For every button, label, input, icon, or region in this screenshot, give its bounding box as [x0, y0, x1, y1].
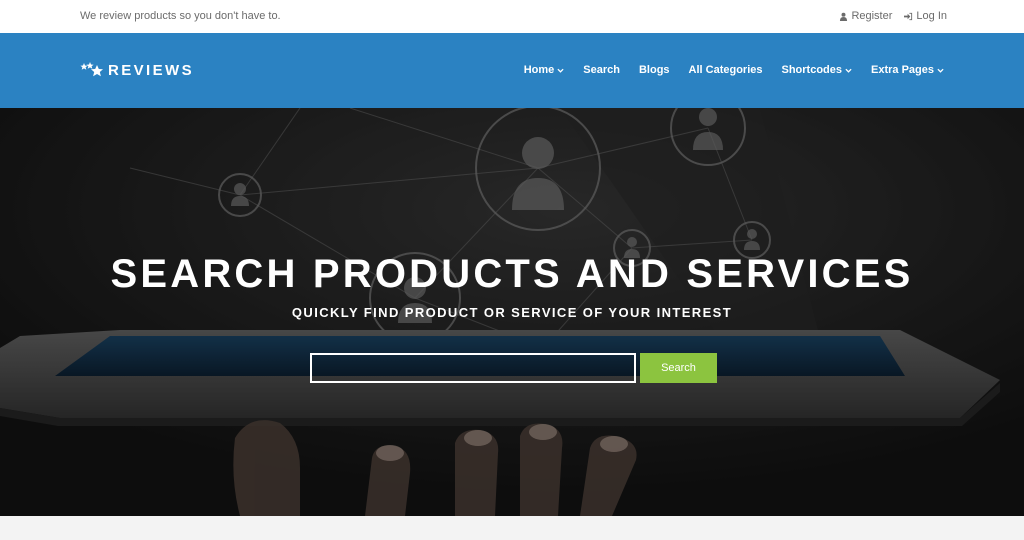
- brand-name: REVIEWS: [108, 61, 194, 79]
- top-bar: We review products so you don't have to.…: [0, 0, 1024, 33]
- chevron-down-icon: [845, 68, 852, 73]
- login-label: Log In: [916, 10, 947, 22]
- menu-item-label: All Categories: [688, 64, 763, 76]
- hero-section: SEARCH PRODUCTS AND SERVICES QUICKLY FIN…: [0, 108, 1024, 516]
- stars-icon: [80, 62, 103, 77]
- user-icon: [840, 12, 848, 21]
- main-navbar: REVIEWS Home Search Blogs All Categories…: [0, 33, 1024, 108]
- main-menu: Home Search Blogs All Categories Shortco…: [524, 64, 944, 76]
- menu-item-label: Extra Pages: [871, 64, 934, 76]
- account-links: Register Log In: [839, 10, 947, 22]
- hero-title: SEARCH PRODUCTS AND SERVICES: [110, 252, 914, 296]
- menu-item-shortcodes[interactable]: Shortcodes: [782, 64, 853, 76]
- menu-item-label: Shortcodes: [781, 64, 843, 76]
- menu-item-search[interactable]: Search: [583, 64, 620, 76]
- chevron-down-icon: [557, 68, 564, 73]
- search-button[interactable]: Search: [640, 353, 717, 383]
- menu-item-label: Home: [523, 64, 555, 76]
- register-label: Register: [851, 10, 893, 22]
- menu-item-extra-pages[interactable]: Extra Pages: [871, 64, 944, 76]
- sign-in-icon: [904, 12, 913, 20]
- menu-item-label: Blogs: [638, 64, 670, 76]
- chevron-down-icon: [937, 68, 944, 73]
- register-link[interactable]: Register: [839, 10, 892, 22]
- site-tagline: We review products so you don't have to.: [80, 10, 281, 22]
- menu-item-blogs[interactable]: Blogs: [639, 64, 670, 76]
- hero-subtitle: QUICKLY FIND PRODUCT OR SERVICE OF YOUR …: [291, 305, 733, 320]
- site-logo[interactable]: REVIEWS: [80, 61, 194, 79]
- login-link[interactable]: Log In: [904, 10, 947, 22]
- menu-item-label: Search: [583, 64, 620, 76]
- menu-item-all-categories[interactable]: All Categories: [689, 64, 763, 76]
- menu-item-home[interactable]: Home: [524, 64, 565, 76]
- search-input[interactable]: [310, 353, 636, 383]
- content-area: [0, 516, 1024, 540]
